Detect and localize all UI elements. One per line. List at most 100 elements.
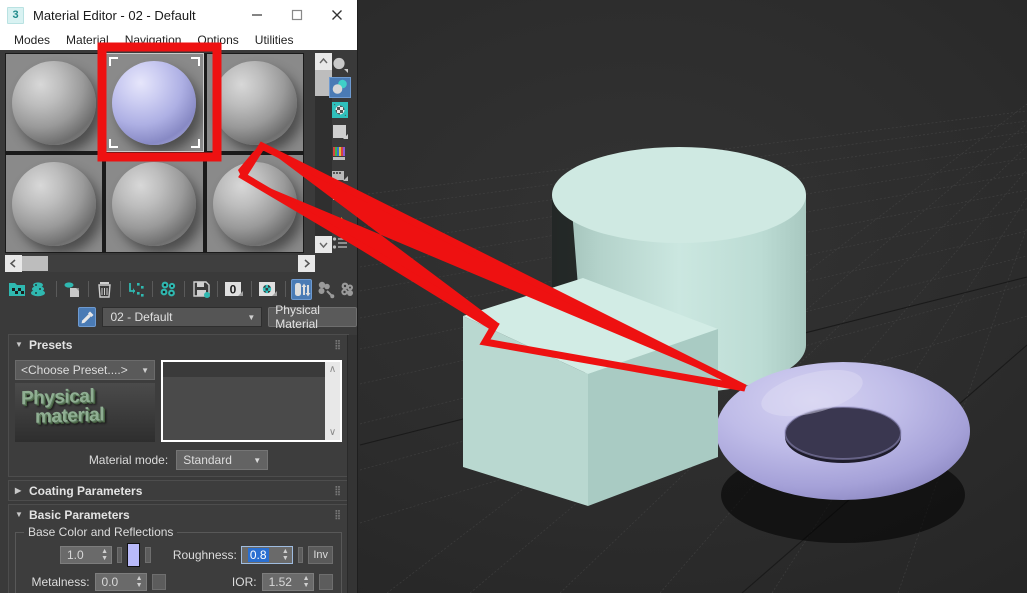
metalness-spinner[interactable]: 0.0 ▲ ▼ bbox=[94, 573, 147, 591]
base-color-map-button[interactable] bbox=[145, 547, 151, 563]
roughness-spinner[interactable]: 0.8 ▲ ▼ bbox=[240, 546, 293, 564]
chevron-down-icon: ▼ bbox=[141, 365, 149, 375]
svg-text:0: 0 bbox=[229, 282, 236, 296]
options-icon[interactable] bbox=[329, 188, 351, 208]
spinner-arrows-icon[interactable]: ▲ ▼ bbox=[136, 575, 143, 589]
sample-slot-6[interactable] bbox=[205, 154, 304, 253]
toolbar-separator bbox=[120, 281, 121, 297]
scroll-up-button[interactable]: ∧ bbox=[329, 364, 336, 375]
spinner-arrows-icon[interactable]: ▲ ▼ bbox=[282, 548, 289, 562]
slot-corner-marker bbox=[190, 139, 200, 148]
menu-item-modes[interactable]: Modes bbox=[6, 31, 58, 49]
group-title: Base Color and Reflections bbox=[24, 525, 178, 539]
sample-slot-grid bbox=[5, 53, 304, 253]
rollout-container: ▼ Presets ⣿ <Choose Preset....> ▼ Physic… bbox=[0, 334, 357, 593]
go-forward-to-sibling-button[interactable] bbox=[338, 279, 357, 300]
get-material-button[interactable] bbox=[8, 279, 27, 300]
background-checker-icon[interactable] bbox=[329, 100, 351, 120]
panel-vertical-scrollbar[interactable] bbox=[347, 335, 357, 593]
rollout-presets-title: Presets bbox=[29, 337, 73, 352]
ior-map-button[interactable] bbox=[318, 574, 333, 590]
slot-corner-marker bbox=[190, 57, 200, 66]
roughness-invert-button[interactable]: Inv bbox=[308, 546, 334, 564]
material-type-button[interactable]: Physical Material bbox=[268, 303, 357, 331]
scroll-down-button[interactable]: ∨ bbox=[329, 427, 336, 438]
material-name-row: 02 - Default ▼ Physical Material bbox=[0, 303, 357, 331]
menu-bar: Modes Material Navigation Options Utilit… bbox=[0, 30, 357, 50]
go-to-parent-button[interactable] bbox=[315, 279, 334, 300]
drag-grip-icon[interactable]: ⣿ bbox=[334, 510, 342, 519]
spinner-arrows-icon[interactable]: ▲ ▼ bbox=[101, 548, 108, 562]
menu-item-options[interactable]: Options bbox=[189, 31, 246, 49]
menu-item-material[interactable]: Material bbox=[58, 31, 117, 49]
base-color-weight-map-button[interactable] bbox=[117, 547, 123, 563]
sample-slot-2[interactable] bbox=[105, 53, 204, 152]
menu-item-utilities[interactable]: Utilities bbox=[247, 31, 302, 49]
sample-slot-3[interactable] bbox=[205, 53, 304, 152]
material-preview-sphere bbox=[12, 161, 97, 246]
sample-slot-5[interactable] bbox=[105, 154, 204, 253]
roughness-map-button[interactable] bbox=[297, 547, 304, 563]
rollout-presets-header[interactable]: ▼ Presets ⣿ bbox=[9, 335, 348, 354]
sample-slot-1[interactable] bbox=[5, 53, 104, 152]
sample-type-sphere-icon[interactable] bbox=[329, 55, 351, 75]
make-preview-icon[interactable] bbox=[329, 166, 351, 186]
sample-uv-tiling-icon[interactable] bbox=[329, 122, 351, 142]
drag-grip-icon[interactable]: ⣿ bbox=[334, 340, 342, 349]
material-mode-row: Material mode: Standard ▼ bbox=[15, 450, 342, 470]
material-name-value: 02 - Default bbox=[110, 310, 173, 324]
preset-dropdown[interactable]: <Choose Preset....> ▼ bbox=[15, 360, 155, 380]
reset-map-button[interactable] bbox=[127, 279, 146, 300]
close-button[interactable] bbox=[317, 0, 357, 30]
material-id-channel-icon[interactable] bbox=[329, 233, 351, 253]
preset-list-selected-row[interactable] bbox=[163, 362, 325, 377]
preset-list-scrollbar[interactable]: ∧ ∨ bbox=[325, 360, 342, 442]
maximize-button[interactable] bbox=[277, 0, 317, 30]
rollout-basic-parameters: ▼ Basic Parameters ⣿ Base Color and Refl… bbox=[8, 504, 349, 593]
drag-grip-icon[interactable]: ⣿ bbox=[334, 486, 342, 495]
backlight-icon[interactable] bbox=[328, 77, 351, 98]
material-effects-id-button[interactable]: 0 bbox=[224, 279, 245, 300]
base-color-weight-spinner[interactable]: 1.0 ▲ ▼ bbox=[60, 546, 112, 564]
preset-list-box[interactable] bbox=[161, 360, 325, 442]
chevron-down-icon[interactable]: ▼ bbox=[247, 313, 255, 322]
material-name-field[interactable]: 02 - Default ▼ bbox=[102, 307, 263, 327]
pick-material-from-object-icon[interactable] bbox=[78, 307, 97, 327]
minimize-button[interactable] bbox=[237, 0, 277, 30]
video-color-check-icon[interactable] bbox=[329, 144, 351, 164]
rollout-coating-header[interactable]: ▶ Coating Parameters ⣿ bbox=[9, 481, 348, 500]
base-color-swatch[interactable] bbox=[127, 543, 141, 567]
rollout-coating-parameters: ▶ Coating Parameters ⣿ bbox=[8, 480, 349, 501]
window-titlebar[interactable]: 3 Material Editor - 02 - Default bbox=[0, 0, 357, 30]
assign-material-to-selection-button[interactable] bbox=[63, 279, 82, 300]
show-end-result-button[interactable] bbox=[291, 278, 313, 300]
ior-value: 1.52 bbox=[268, 575, 292, 589]
put-to-library-button[interactable] bbox=[191, 279, 210, 300]
spinner-arrows-icon[interactable]: ▲ ▼ bbox=[303, 575, 310, 589]
make-material-copy-button[interactable] bbox=[159, 279, 178, 300]
roughness-label: Roughness: bbox=[172, 548, 237, 562]
scroll-right-button[interactable] bbox=[298, 255, 315, 272]
select-by-material-icon[interactable] bbox=[329, 211, 351, 231]
ior-spinner[interactable]: 1.52 ▲ ▼ bbox=[261, 573, 314, 591]
sample-slot-4[interactable] bbox=[5, 154, 104, 253]
delete-material-button[interactable] bbox=[95, 279, 114, 300]
show-shaded-material-in-viewport-button[interactable] bbox=[258, 279, 279, 300]
slot-corner-marker bbox=[109, 139, 119, 148]
material-preview-sphere bbox=[112, 60, 197, 145]
scroll-left-button[interactable] bbox=[5, 255, 22, 272]
material-editor-window: 3 Material Editor - 02 - Default Modes M… bbox=[0, 0, 358, 593]
menu-item-navigation[interactable]: Navigation bbox=[117, 31, 190, 49]
metalness-map-button[interactable] bbox=[151, 574, 166, 590]
toolbar-separator bbox=[284, 281, 286, 297]
toolbar-separator bbox=[152, 281, 154, 297]
chevron-right-icon: ▶ bbox=[15, 486, 22, 495]
material-preview-sphere bbox=[212, 161, 297, 246]
rollout-basic-header[interactable]: ▼ Basic Parameters ⣿ bbox=[9, 505, 348, 524]
window-title: Material Editor - 02 - Default bbox=[33, 7, 196, 23]
material-mode-value: Standard bbox=[183, 453, 232, 467]
slot-horizontal-scrollbar[interactable] bbox=[5, 255, 315, 272]
put-material-to-scene-button[interactable] bbox=[30, 279, 49, 300]
material-mode-dropdown[interactable]: Standard ▼ bbox=[176, 450, 269, 470]
scrollbar-thumb[interactable] bbox=[22, 256, 48, 271]
